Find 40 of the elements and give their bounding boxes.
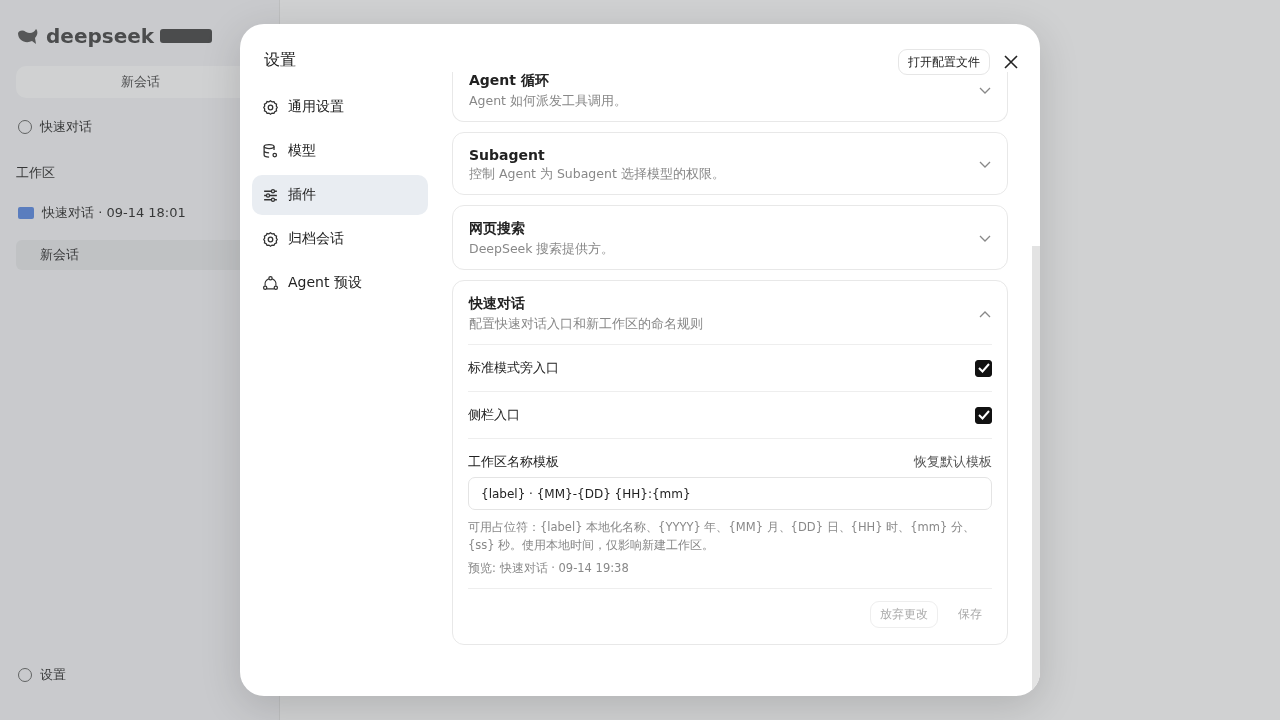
settings-icon — [262, 230, 279, 248]
section-title: Agent 循环 — [469, 72, 550, 90]
section-description: 配置快速对话入口和新工作区的命名规则 — [469, 316, 703, 333]
template-input-field[interactable]: {label} · {MM}-{DD} {HH}:{mm} — [468, 477, 992, 510]
settings-icon — [262, 98, 279, 116]
section-description: 控制 Agent 为 Subagent 选择模型的权限。 — [469, 166, 725, 183]
sliders-icon — [262, 186, 279, 204]
close-icon — [1004, 55, 1018, 69]
settings-link[interactable]: 设置 — [40, 666, 66, 684]
chevron-down-icon[interactable] — [979, 87, 991, 95]
quick-chat-link[interactable]: 快速对话 — [40, 118, 92, 136]
nav-item[interactable]: 插件 — [252, 175, 428, 215]
whale-logo-icon — [16, 27, 40, 45]
checkbox[interactable] — [975, 406, 992, 424]
reset-template-link[interactable]: 恢复默认模板 — [914, 453, 992, 471]
workspace-item[interactable]: 快速对话 · 09-14 18:01 — [42, 204, 186, 222]
close-button[interactable] — [1002, 53, 1020, 71]
section-description: DeepSeek 搜索提供方。 — [469, 241, 615, 258]
database-icon — [262, 142, 279, 160]
field-label: 工作区名称模板 — [468, 453, 559, 471]
preview-text: 预览: 快速对话 · 09-14 19:38 — [468, 560, 630, 576]
brand-name: deepseek — [46, 24, 155, 48]
help-text: 可用占位符：{label} 本地化名称、{YYYY} 年、{MM} 月、{DD} 日、{HH} 时、{mm} 分、{ss} 秒。使用本地时间，仅影响新建工作区。 — [468, 519, 976, 554]
chevron-down-icon[interactable] — [979, 161, 991, 169]
section-title: 快速对话 — [469, 295, 526, 313]
section-title: 网页搜索 — [469, 220, 526, 238]
nav-item[interactable]: 模型 — [252, 131, 428, 171]
network-icon — [262, 274, 279, 292]
chevron-up-icon[interactable] — [979, 310, 991, 318]
checkbox[interactable] — [975, 359, 992, 377]
folder-icon — [18, 207, 34, 219]
option-label: 标准模式旁入口 — [468, 359, 559, 377]
open-config-button[interactable]: 打开配置文件 — [898, 49, 990, 75]
section-description: Agent 如何派发工具调用。 — [469, 93, 627, 110]
section-title: Subagent — [469, 147, 546, 163]
version-badge — [160, 29, 213, 43]
chevron-down-icon[interactable] — [979, 235, 991, 243]
section-label: 工作区 — [16, 165, 55, 180]
option-label: 侧栏入口 — [468, 406, 520, 424]
dialog-title: 设置 — [263, 49, 297, 71]
